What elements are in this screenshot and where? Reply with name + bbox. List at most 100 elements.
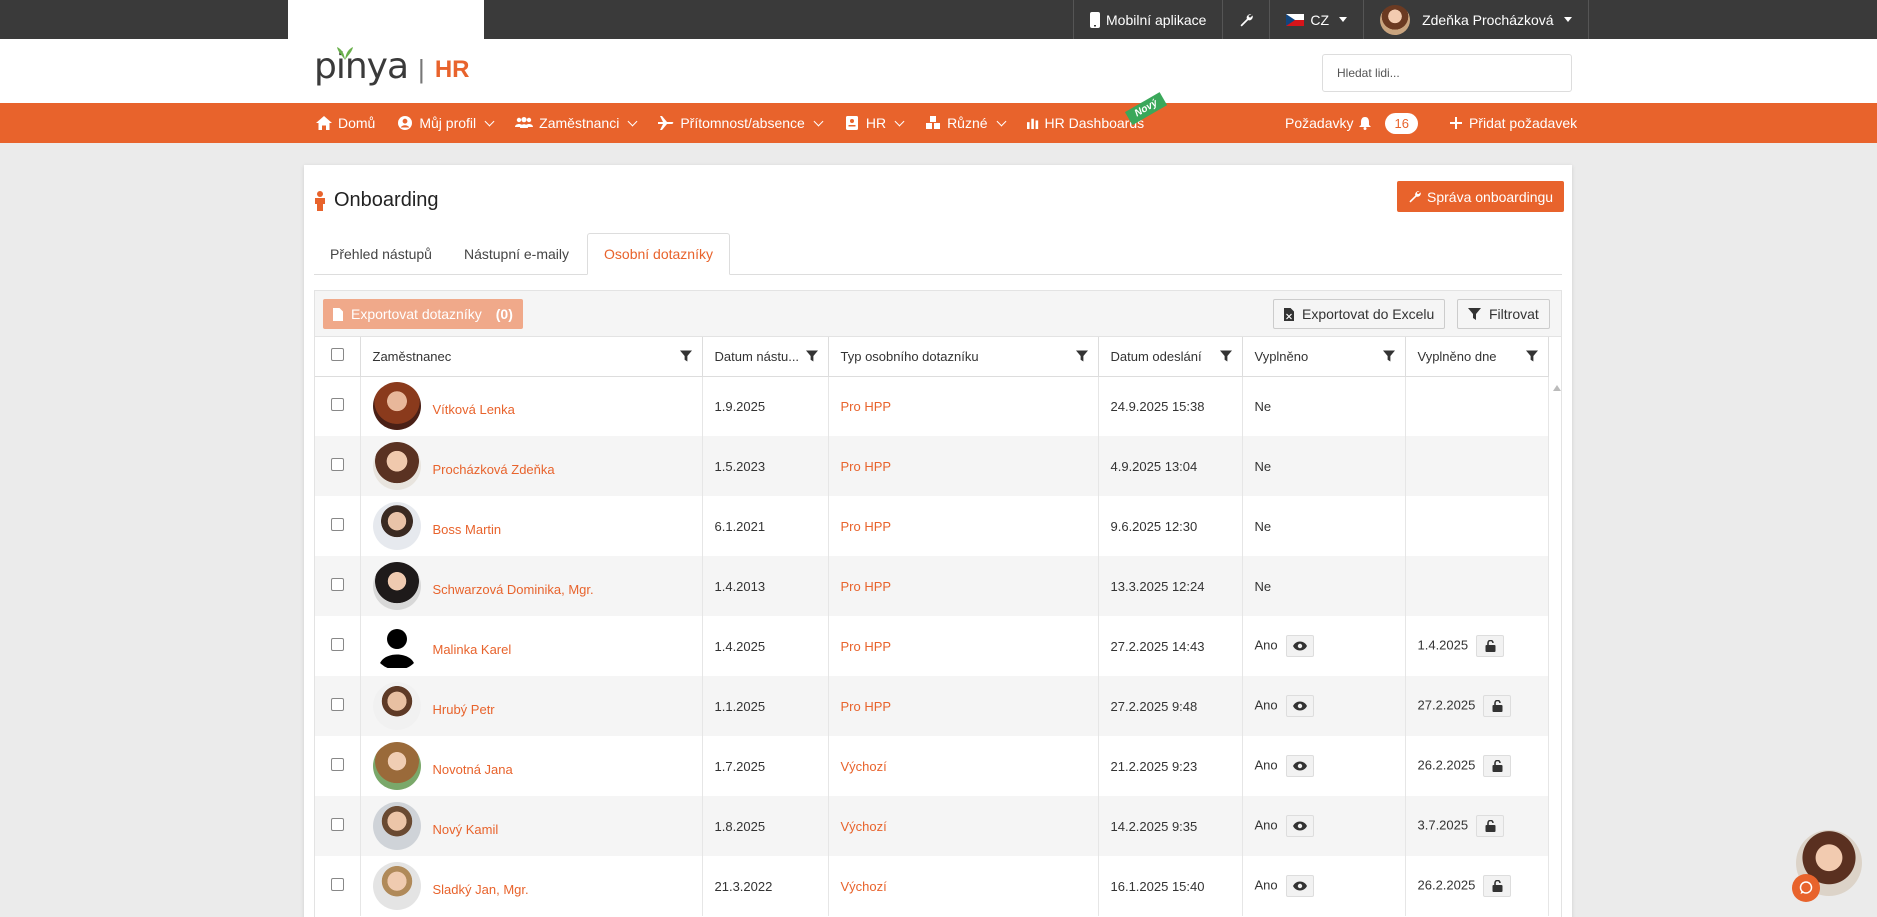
employee-link[interactable]: Boss Martin bbox=[433, 522, 502, 537]
questionnaire-type-link[interactable]: Výchozí bbox=[841, 759, 887, 774]
questionnaire-type-link[interactable]: Výchozí bbox=[841, 819, 887, 834]
table-body: Vítková Lenka 1.9.2025 Pro HPP 24.9.2025… bbox=[315, 376, 1549, 916]
questionnaire-type-link[interactable]: Pro HPP bbox=[841, 639, 892, 654]
tab-emails[interactable]: Nástupní e-maily bbox=[448, 233, 585, 275]
filled-on-cell: 26.2.2025 bbox=[1405, 856, 1549, 916]
column-label: Vyplněno bbox=[1254, 348, 1309, 364]
column-header-sent[interactable]: Datum odeslání bbox=[1098, 337, 1243, 377]
employee-link[interactable]: Schwarzová Dominika, Mgr. bbox=[433, 582, 594, 597]
unlock-button[interactable] bbox=[1483, 755, 1512, 777]
employee-link[interactable]: Malinka Karel bbox=[433, 642, 512, 657]
employee-link[interactable]: Hrubý Petr bbox=[433, 702, 495, 717]
user-menu[interactable]: Zdeňka Procházková bbox=[1363, 0, 1589, 39]
employee-link[interactable]: Novotná Jana bbox=[433, 762, 513, 777]
select-all-checkbox[interactable] bbox=[330, 348, 344, 362]
unlock-button[interactable] bbox=[1483, 695, 1512, 717]
table-row: Novotná Jana 1.7.2025 Výchozí 21.2.2025 … bbox=[315, 736, 1549, 796]
tab-questionnaires[interactable]: Osobní dotazníky bbox=[587, 233, 730, 275]
row-checkbox[interactable] bbox=[330, 878, 344, 891]
unlock-icon bbox=[1492, 700, 1503, 712]
chat-button[interactable] bbox=[1792, 874, 1820, 902]
requests-link[interactable]: Požadavky 16 bbox=[1285, 112, 1418, 134]
nav-item-dashboards[interactable]: HR Dashboards Nový bbox=[1026, 91, 1168, 131]
filter-icon[interactable] bbox=[1219, 350, 1232, 362]
filled-on-value: 1.4.2025 bbox=[1417, 637, 1469, 653]
nav-item-misc[interactable]: Různé bbox=[925, 115, 1006, 131]
questionnaire-type-link[interactable]: Pro HPP bbox=[841, 519, 892, 534]
row-checkbox[interactable] bbox=[330, 638, 344, 651]
row-checkbox[interactable] bbox=[330, 758, 344, 771]
search-input[interactable] bbox=[1322, 54, 1572, 92]
questionnaire-type-link[interactable]: Výchozí bbox=[841, 879, 887, 894]
filter-icon[interactable] bbox=[1382, 350, 1395, 362]
column-header-start-date[interactable]: Datum nástu... bbox=[702, 337, 829, 377]
caret-down-icon bbox=[1563, 17, 1572, 22]
table-header-row: Zaměstnanec Datum nástu... Typ osobního … bbox=[315, 337, 1549, 377]
chevron-down-icon bbox=[996, 116, 1006, 126]
logo[interactable]: pinya | HR bbox=[314, 47, 469, 85]
view-button[interactable] bbox=[1285, 875, 1314, 897]
unlock-button[interactable] bbox=[1476, 635, 1505, 657]
data-table: Zaměstnanec Datum nástu... Typ osobního … bbox=[315, 337, 1549, 916]
row-checkbox[interactable] bbox=[330, 518, 344, 531]
unlock-button[interactable] bbox=[1483, 875, 1512, 897]
nav-item-label: Můj profil bbox=[419, 115, 477, 131]
nav-item-hr[interactable]: HR bbox=[844, 115, 905, 131]
view-button[interactable] bbox=[1285, 695, 1314, 717]
filter-icon[interactable] bbox=[1075, 350, 1088, 362]
view-button[interactable] bbox=[1285, 755, 1314, 777]
export-questionnaires-button[interactable]: Exportovat dotazníky (0) bbox=[323, 299, 523, 329]
column-header-filled[interactable]: Vyplněno bbox=[1242, 337, 1406, 377]
view-button[interactable] bbox=[1285, 815, 1314, 837]
scroll-up-arrow[interactable] bbox=[1553, 385, 1561, 391]
employee-cell: Procházková Zdeňka bbox=[360, 436, 703, 496]
questionnaire-type-link[interactable]: Pro HPP bbox=[841, 699, 892, 714]
column-header-filled-on[interactable]: Vyplněno dne bbox=[1405, 337, 1549, 377]
row-checkbox[interactable] bbox=[330, 818, 344, 831]
nav-item-profile[interactable]: Můj profil bbox=[397, 115, 495, 131]
filter-icon bbox=[1468, 308, 1481, 320]
filled-cell: Ano bbox=[1242, 856, 1406, 916]
view-button[interactable] bbox=[1285, 635, 1314, 657]
tab-overview[interactable]: Přehled nástupů bbox=[314, 233, 448, 275]
nav-item-employees[interactable]: Zaměstnanci bbox=[515, 115, 638, 131]
start-date-cell: 21.3.2022 bbox=[702, 856, 829, 916]
row-checkbox[interactable] bbox=[330, 458, 344, 471]
column-header-employee[interactable]: Zaměstnanec bbox=[360, 337, 703, 377]
row-checkbox[interactable] bbox=[330, 698, 344, 711]
nav-item-home[interactable]: Domů bbox=[316, 115, 375, 131]
questionnaire-type-link[interactable]: Pro HPP bbox=[841, 459, 892, 474]
filled-on-value: 3.7.2025 bbox=[1417, 817, 1469, 833]
unlock-button[interactable] bbox=[1476, 815, 1505, 837]
employee-link[interactable]: Vítková Lenka bbox=[433, 402, 515, 417]
row-select-cell bbox=[315, 436, 361, 496]
filled-on-cell: 27.2.2025 bbox=[1405, 676, 1549, 736]
start-date-cell: 6.1.2021 bbox=[702, 496, 829, 556]
mobile-app-link[interactable]: Mobilní aplikace bbox=[1073, 0, 1222, 39]
filled-cell: Ne bbox=[1242, 496, 1406, 556]
employee-photo bbox=[372, 742, 421, 790]
manage-onboarding-button[interactable]: Správa onboardingu bbox=[1397, 181, 1565, 212]
filter-icon[interactable] bbox=[679, 350, 692, 362]
nav-item-attendance[interactable]: Přítomnost/absence bbox=[658, 115, 824, 131]
language-selector[interactable]: CZ bbox=[1269, 0, 1363, 39]
filled-value: Ano bbox=[1254, 637, 1278, 653]
filled-cell: Ne bbox=[1242, 436, 1406, 496]
questionnaire-type-link[interactable]: Pro HPP bbox=[841, 399, 892, 414]
person-icon bbox=[315, 190, 325, 211]
employee-link[interactable]: Sladký Jan, Mgr. bbox=[433, 882, 529, 897]
filter-button[interactable]: Filtrovat bbox=[1457, 299, 1550, 329]
tools-button[interactable] bbox=[1222, 0, 1269, 39]
filter-icon[interactable] bbox=[1525, 350, 1538, 362]
employee-link[interactable]: Procházková Zdeňka bbox=[433, 462, 555, 477]
filter-icon[interactable] bbox=[805, 350, 818, 362]
employee-link[interactable]: Nový Kamil bbox=[433, 822, 499, 837]
export-excel-button[interactable]: Exportovat do Excelu bbox=[1273, 299, 1446, 329]
row-checkbox[interactable] bbox=[330, 578, 344, 591]
column-header-type[interactable]: Typ osobního dotazníku bbox=[828, 337, 1099, 377]
add-request-button[interactable]: Přidat požadavek bbox=[1449, 115, 1577, 131]
filled-on-value: 26.2.2025 bbox=[1417, 877, 1476, 893]
row-checkbox[interactable] bbox=[330, 398, 344, 412]
questionnaire-type-link[interactable]: Pro HPP bbox=[841, 579, 892, 594]
filled-on-cell bbox=[1405, 436, 1549, 496]
